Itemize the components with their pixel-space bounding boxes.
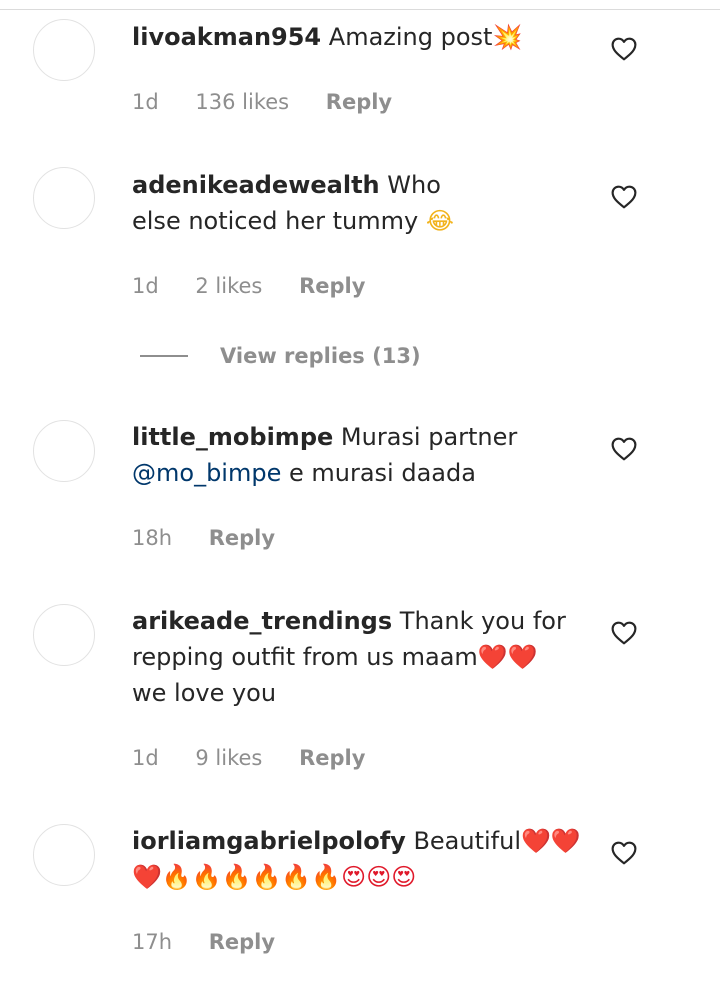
comment-time[interactable]: 17h: [132, 930, 172, 954]
comment-body: little_mobimpe Murasi partner @mo_bimpe …: [132, 419, 532, 491]
avatar[interactable]: [33, 824, 95, 886]
comment-likes[interactable]: 9 likes: [195, 746, 262, 770]
reply-button[interactable]: Reply: [299, 746, 365, 770]
comment-text: Amazing post: [328, 23, 493, 51]
comment-text-after: we love you: [132, 679, 277, 707]
comment-meta: 1d 9 likes Reply: [132, 744, 395, 772]
avatar[interactable]: [33, 604, 95, 666]
comment-text: Murasi partner: [340, 423, 518, 451]
comment-emoji: 💥: [492, 23, 523, 51]
view-replies-label[interactable]: View replies (13): [220, 340, 421, 372]
comment-time[interactable]: 1d: [132, 90, 159, 114]
comment-body: arikeade_trendings Thank you for repping…: [132, 603, 572, 711]
comment-body: iorliamgabrielpolofy Beautiful❤️❤️❤️🔥🔥🔥🔥…: [132, 823, 582, 895]
comment-meta: 18h Reply: [132, 524, 305, 552]
comment-username[interactable]: iorliamgabrielpolofy: [132, 827, 406, 855]
comment-likes[interactable]: 136 likes: [195, 90, 289, 114]
comment-username[interactable]: arikeade_trendings: [132, 607, 392, 635]
comment-time[interactable]: 1d: [132, 274, 159, 298]
comment-username[interactable]: little_mobimpe: [132, 423, 333, 451]
heart-outline-icon[interactable]: [611, 437, 637, 461]
heart-outline-icon[interactable]: [611, 621, 637, 645]
avatar[interactable]: [33, 19, 95, 81]
heart-outline-icon[interactable]: [611, 185, 637, 209]
avatar[interactable]: [33, 167, 95, 229]
comment-username[interactable]: livoakman954: [132, 23, 321, 51]
comment-likes[interactable]: 2 likes: [195, 274, 262, 298]
heart-outline-icon[interactable]: [611, 841, 637, 865]
comment-time[interactable]: 18h: [132, 526, 172, 550]
comment-body: adenikeadewealth Who else noticed her tu…: [132, 167, 492, 239]
comment-emoji: ❤️❤️: [477, 643, 538, 671]
reply-button[interactable]: Reply: [209, 930, 275, 954]
reply-button[interactable]: Reply: [326, 90, 392, 114]
avatar[interactable]: [33, 420, 95, 482]
reply-button[interactable]: Reply: [209, 526, 275, 550]
comment-text: Beautiful: [413, 827, 521, 855]
top-divider: [0, 0, 720, 10]
comment-emoji: 😂: [425, 207, 454, 235]
comment-body: livoakman954 Amazing post💥: [132, 19, 582, 55]
comment-username[interactable]: adenikeadewealth: [132, 171, 380, 199]
heart-outline-icon[interactable]: [611, 37, 637, 61]
comment-meta: 17h Reply: [132, 928, 305, 956]
comment-mention-link[interactable]: @mo_bimpe: [132, 459, 281, 487]
reply-button[interactable]: Reply: [299, 274, 365, 298]
comment-time[interactable]: 1d: [132, 746, 159, 770]
comment-meta: 1d 136 likes Reply: [132, 88, 422, 116]
comment-meta: 1d 2 likes Reply: [132, 272, 395, 300]
comment-text-after: e murasi daada: [288, 459, 476, 487]
view-replies-rule: [140, 355, 188, 357]
